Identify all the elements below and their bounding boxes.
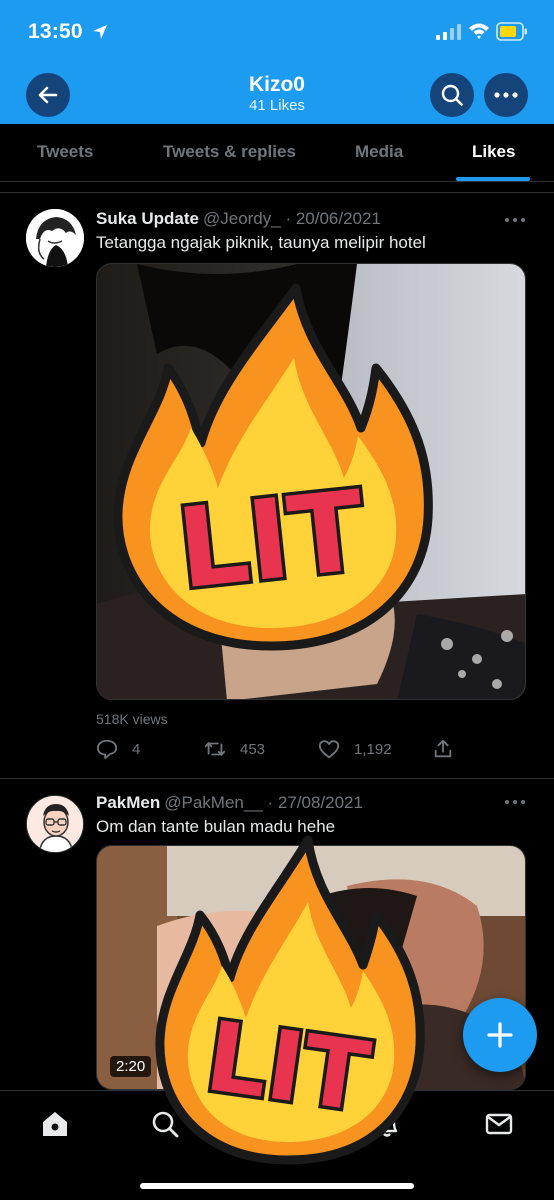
view-count: 518K views (96, 711, 168, 727)
share-button[interactable] (432, 738, 468, 760)
messages-icon[interactable] (484, 1109, 514, 1139)
display-name[interactable]: Suka Update (96, 209, 199, 228)
lit-fire-sticker: LIT (148, 830, 428, 1170)
cartoon-avatar-image (27, 796, 83, 852)
retweet-count: 453 (240, 740, 266, 758)
avatar[interactable] (26, 795, 84, 853)
more-icon (494, 92, 518, 98)
handle-date: @PakMen__ · 27/08/2021 (164, 793, 363, 812)
wifi-icon (469, 23, 489, 39)
search-button[interactable] (430, 73, 474, 117)
profile-header: 13:50 Kizo0 41 Likes (0, 0, 554, 124)
avatar[interactable] (26, 209, 84, 267)
profile-tabs: Tweets Tweets & replies Media Likes (0, 124, 554, 182)
tweet-header: PakMen @PakMen__ · 27/08/2021 (96, 793, 363, 813)
retweet-button[interactable]: 453 (204, 738, 265, 760)
tweet-more-icon[interactable] (504, 216, 526, 224)
video-duration: 2:20 (110, 1056, 152, 1077)
share-icon (434, 739, 452, 758)
tab-media[interactable]: Media (355, 142, 403, 162)
search-icon (441, 84, 463, 106)
sticker-text: LIT (200, 1000, 376, 1134)
reply-button[interactable]: 4 (96, 738, 140, 760)
status-bar: 13:50 (0, 0, 554, 64)
home-indicator (140, 1183, 414, 1189)
tweet-actions: 4 453 1,192 (96, 738, 526, 762)
sticker-text: LIT (172, 467, 370, 614)
location-arrow-icon (93, 25, 107, 39)
more-options-button[interactable] (484, 73, 528, 117)
anime-avatar-image (26, 209, 84, 267)
status-time: 13:50 (28, 20, 83, 43)
battery-icon (496, 22, 527, 41)
tab-tweets-replies[interactable]: Tweets & replies (163, 142, 296, 162)
handle-date: @Jeordy_ · 20/06/2021 (202, 209, 381, 228)
active-tab-indicator (456, 177, 530, 181)
cellular-signal-icon (436, 24, 461, 40)
like-count: 1,192 (354, 740, 392, 758)
tweet-text: Tetangga ngajak piknik, taunya melipir h… (96, 233, 426, 252)
like-button[interactable]: 1,192 (318, 738, 392, 760)
reply-count: 4 (132, 740, 141, 758)
compose-plus-icon (487, 1022, 513, 1048)
compose-tweet-button[interactable] (463, 998, 537, 1072)
reply-icon (96, 739, 118, 760)
display-name[interactable]: PakMen (96, 793, 160, 812)
tab-tweets[interactable]: Tweets (37, 142, 93, 162)
lit-fire-sticker: LIT (106, 278, 436, 658)
tab-likes[interactable]: Likes (472, 142, 515, 162)
home-icon[interactable] (40, 1109, 70, 1139)
tweet-more-icon[interactable] (504, 798, 526, 806)
retweet-icon (204, 742, 226, 756)
like-icon (318, 740, 340, 759)
fire-sticker-icon: LIT (113, 283, 433, 651)
tweet-header: Suka Update @Jeordy_ · 20/06/2021 (96, 209, 381, 229)
fire-sticker-icon: LIT (155, 835, 425, 1165)
